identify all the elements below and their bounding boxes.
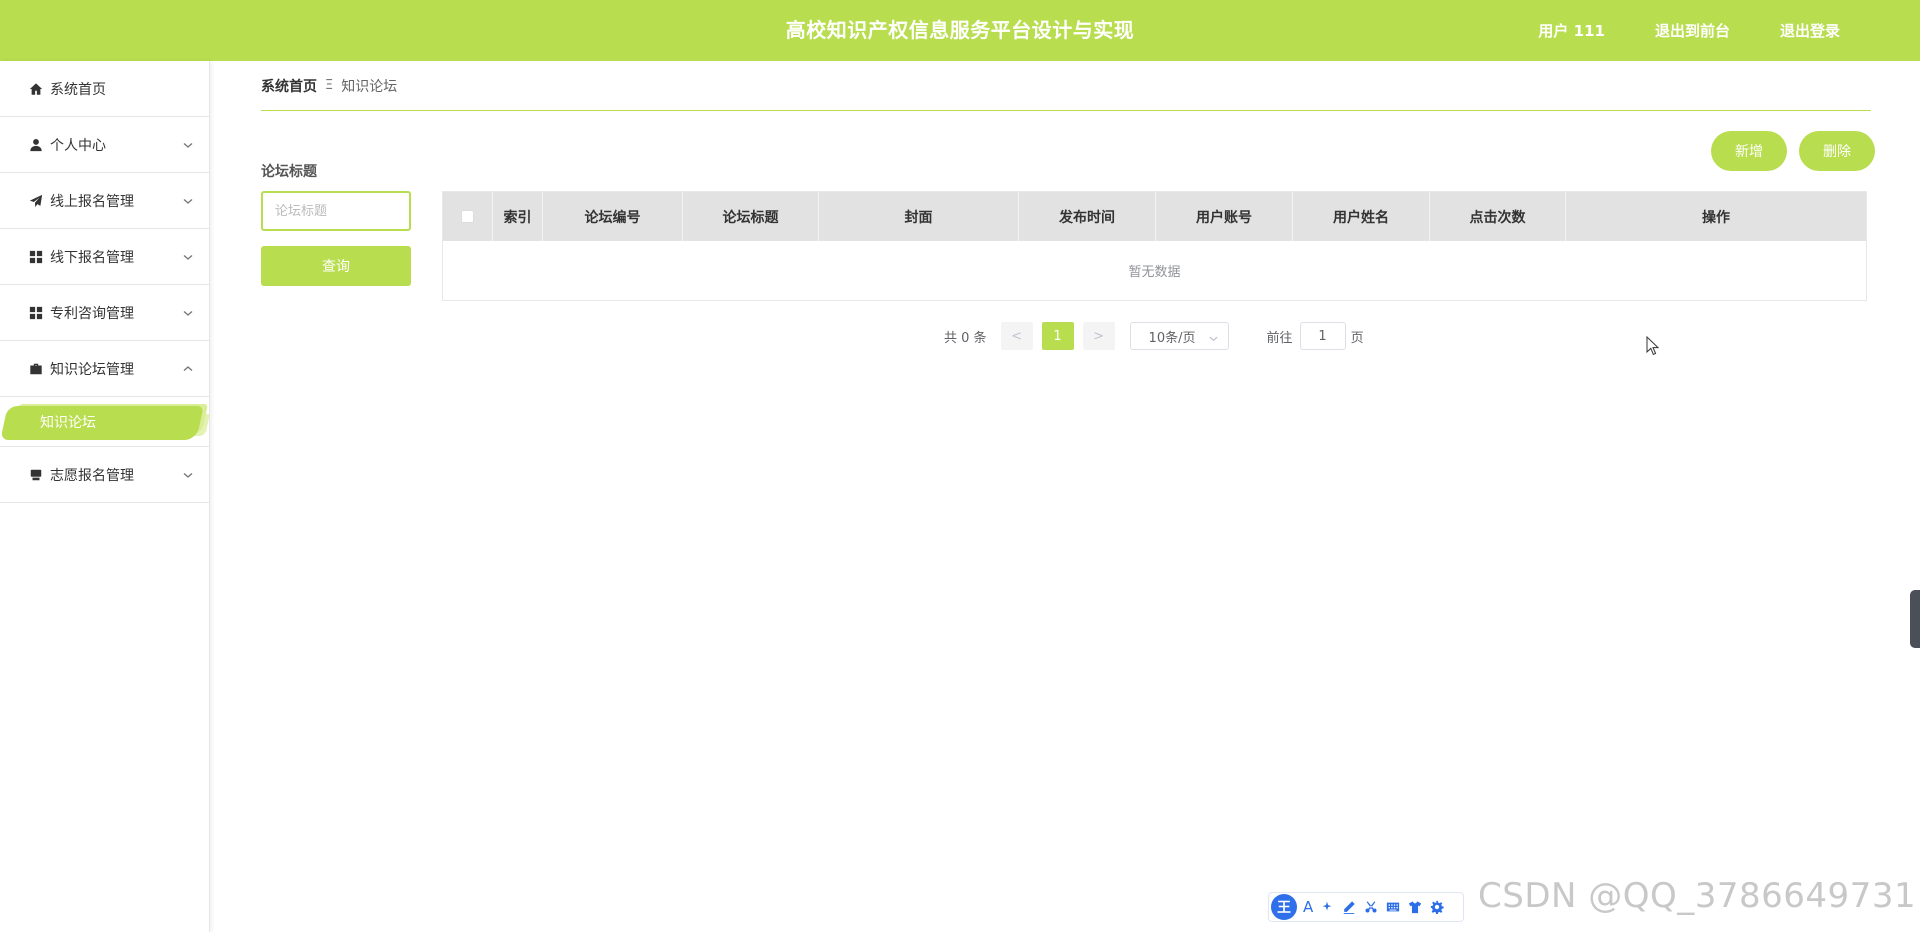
delete-button[interactable]: 删除 xyxy=(1799,131,1875,171)
column-header: 用户姓名 xyxy=(1293,192,1430,241)
column-header: 封面 xyxy=(819,192,1019,241)
sparkle-icon[interactable] xyxy=(1319,899,1335,915)
active-submenu-highlight xyxy=(0,406,204,440)
mouse-cursor-icon xyxy=(1646,336,1660,356)
forum-title-input[interactable] xyxy=(275,203,397,219)
side-drawer-handle[interactable] xyxy=(1910,590,1920,648)
sidebar-item-label: 系统首页 xyxy=(50,81,106,98)
select-all-cell[interactable] xyxy=(443,192,493,241)
breadcrumb-home[interactable]: 系统首页 xyxy=(261,76,317,96)
sidebar-item-forum-management[interactable]: 知识论坛管理 xyxy=(0,341,209,397)
column-header: 操作 xyxy=(1702,209,1730,226)
briefcase-icon xyxy=(28,361,43,376)
add-button[interactable]: 新增 xyxy=(1711,131,1787,171)
logout-link[interactable]: 退出登录 xyxy=(1780,20,1840,41)
sidebar-item-patent-consult[interactable]: 专利咨询管理 xyxy=(0,285,209,341)
goto-page-input[interactable] xyxy=(1299,322,1346,350)
table-header: 索引 论坛编号 论坛标题 封面 发布时间 用户账号 用户姓名 点击次数 操作 xyxy=(443,192,1866,241)
prev-page-button[interactable]: < xyxy=(1000,322,1033,350)
ime-language-toggle[interactable]: A xyxy=(1303,898,1313,916)
select-all-checkbox[interactable] xyxy=(461,210,474,223)
keyboard-icon[interactable] xyxy=(1385,899,1401,915)
table-empty-text: 暂无数据 xyxy=(1128,265,1181,280)
printer-icon xyxy=(28,467,43,482)
grid-icon xyxy=(28,249,43,264)
grid-icon xyxy=(28,305,43,320)
column-header: 论坛标题 xyxy=(683,192,819,241)
top-header: 高校知识产权信息服务平台设计与实现 用户 111 退出到前台 退出登录 xyxy=(0,0,1920,61)
column-header: 论坛编号 xyxy=(543,192,683,241)
pen-icon[interactable] xyxy=(1341,899,1357,915)
sidebar-item-online-registration[interactable]: 线上报名管理 xyxy=(0,173,209,229)
page-size-select[interactable]: 10条/页 xyxy=(1129,322,1229,350)
scissors-icon[interactable] xyxy=(1363,899,1379,915)
sidebar-subitem-forum[interactable]: 知识论坛 xyxy=(40,406,96,440)
breadcrumb-current: 知识论坛 xyxy=(341,78,398,95)
sidebar-item-label: 个人中心 xyxy=(50,137,106,154)
pagination-total: 共 0 条 xyxy=(944,330,987,346)
sidebar: 系统首页 个人中心 线上报名管理 线下报名管理 专利咨询管理 知识论坛管理 知识… xyxy=(0,61,210,932)
page-size-value: 10条/页 xyxy=(1148,330,1196,346)
skin-shirt-icon[interactable] xyxy=(1407,899,1423,915)
column-header: 用户账号 xyxy=(1156,192,1293,241)
filter-title-field[interactable] xyxy=(261,191,411,231)
goto-label: 前往 xyxy=(1266,330,1293,346)
ime-toolbar: 王 A xyxy=(1268,892,1464,922)
sidebar-item-label: 线下报名管理 xyxy=(50,249,134,266)
sidebar-item-home[interactable]: 系统首页 xyxy=(0,61,209,117)
gear-icon[interactable] xyxy=(1429,899,1445,915)
chevron-down-icon xyxy=(183,252,193,262)
chevron-down-icon xyxy=(1209,332,1218,342)
column-header: 索引 xyxy=(493,192,543,241)
paper-plane-icon xyxy=(28,193,43,208)
home-icon xyxy=(28,81,43,96)
chevron-down-icon xyxy=(183,470,193,480)
chevron-down-icon xyxy=(183,196,193,206)
column-header: 发布时间 xyxy=(1019,192,1156,241)
page-number-button[interactable]: 1 xyxy=(1041,322,1074,350)
breadcrumb-separator: Ξ xyxy=(325,78,334,93)
header-links: 用户 111 退出到前台 退出登录 xyxy=(1538,0,1840,61)
sidebar-item-label: 志愿报名管理 xyxy=(50,467,134,484)
chevron-down-icon xyxy=(183,308,193,318)
chevron-up-icon xyxy=(183,364,193,374)
search-button[interactable]: 查询 xyxy=(261,246,411,286)
filter-title-label: 论坛标题 xyxy=(261,164,317,180)
submenu-forum: 知识论坛 xyxy=(0,397,209,447)
page-suffix: 页 xyxy=(1350,330,1364,346)
column-header: 点击次数 xyxy=(1430,192,1566,241)
exit-to-front-link[interactable]: 退出到前台 xyxy=(1655,20,1730,41)
sidebar-item-label: 线上报名管理 xyxy=(50,193,134,210)
user-icon xyxy=(28,137,43,152)
ime-logo-icon[interactable]: 王 xyxy=(1271,894,1297,920)
csdn-watermark: CSDN @QQ_3786649731 xyxy=(1478,876,1917,916)
next-page-button[interactable]: > xyxy=(1082,322,1115,350)
sidebar-item-offline-registration[interactable]: 线下报名管理 xyxy=(0,229,209,285)
forum-table: 索引 论坛编号 论坛标题 封面 发布时间 用户账号 用户姓名 点击次数 操作 暂… xyxy=(442,191,1867,301)
chevron-down-icon xyxy=(183,140,193,150)
sidebar-item-volunteer-registration[interactable]: 志愿报名管理 xyxy=(0,447,209,503)
main-content: 系统首页 Ξ 知识论坛 论坛标题 查询 新增 删除 索引 论坛编号 论坛标题 封… xyxy=(261,61,1875,350)
sidebar-item-personal-center[interactable]: 个人中心 xyxy=(0,117,209,173)
breadcrumb: 系统首页 Ξ 知识论坛 xyxy=(261,61,1871,111)
sidebar-item-label: 专利咨询管理 xyxy=(50,305,134,322)
sidebar-item-label: 知识论坛管理 xyxy=(50,361,134,378)
pagination: 共 0 条 < 1 > 10条/页 前往 页 xyxy=(944,321,1364,351)
action-buttons: 新增 删除 xyxy=(1711,131,1875,171)
user-name-link[interactable]: 用户 111 xyxy=(1538,20,1605,41)
